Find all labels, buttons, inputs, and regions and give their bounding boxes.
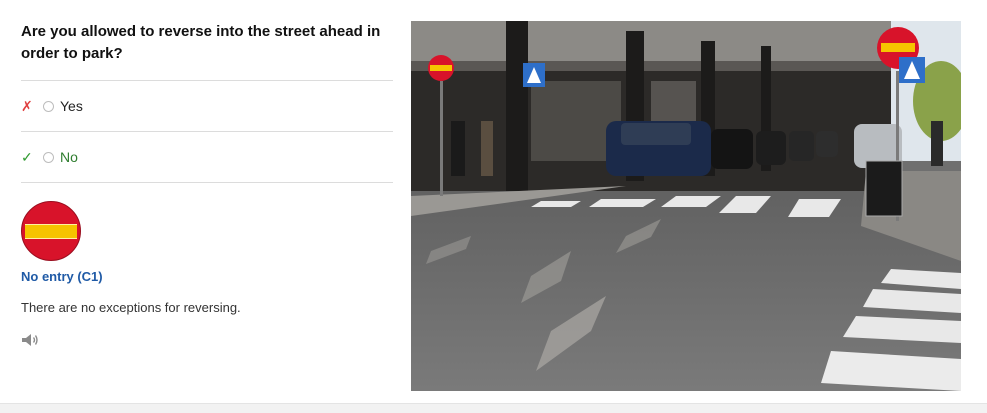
radio-yes[interactable] xyxy=(43,100,54,112)
divider xyxy=(21,182,393,183)
wrong-mark-icon: ✗ xyxy=(21,97,33,114)
answer-no[interactable]: ✓ No xyxy=(21,132,393,182)
no-entry-sign-icon xyxy=(21,201,81,261)
sign-info: No entry (C1) xyxy=(21,201,393,284)
street-photo xyxy=(411,21,961,391)
question-panel: Are you allowed to reverse into the stre… xyxy=(21,21,393,352)
speaker-icon[interactable] xyxy=(21,333,39,347)
radio-no[interactable] xyxy=(43,151,54,163)
answer-no-label: No xyxy=(60,149,78,165)
street-scene-image xyxy=(411,21,961,391)
sign-bar xyxy=(25,224,77,239)
question-text: Are you allowed to reverse into the stre… xyxy=(21,23,381,62)
check-mark-icon: ✓ xyxy=(21,148,33,165)
answer-yes[interactable]: ✗ Yes xyxy=(21,81,393,131)
explanation-text: There are no exceptions for reversing. xyxy=(21,300,241,315)
answer-yes-label: Yes xyxy=(60,98,83,114)
sign-title: No entry (C1) xyxy=(21,269,103,284)
